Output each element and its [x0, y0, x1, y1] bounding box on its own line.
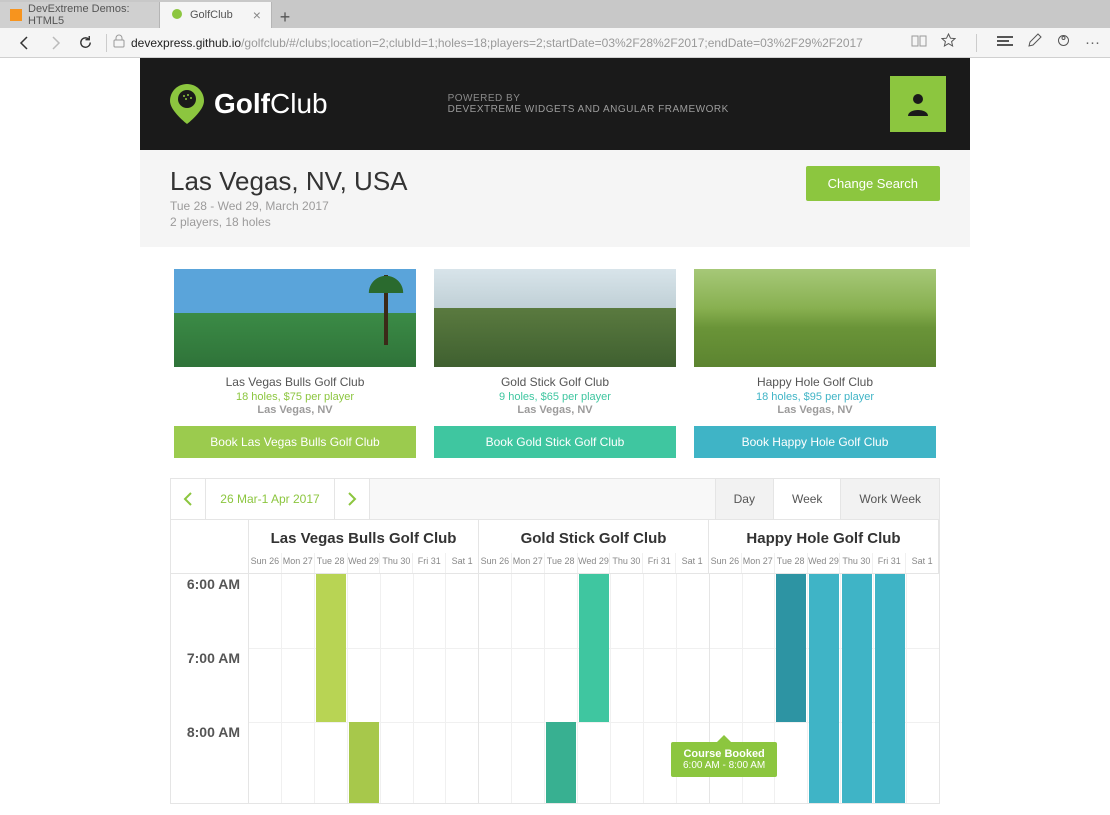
club-name: Las Vegas Bulls Golf Club: [174, 375, 416, 389]
powered-by: POWERED BY DEVEXTREME WIDGETS AND ANGULA…: [448, 93, 729, 115]
calendar-day-headers: Sun 26Mon 27Tue 28Wed 29Thu 30Fri 31Sat …: [170, 553, 940, 574]
club-card: Happy Hole Golf Club 18 holes, $95 per p…: [694, 269, 936, 458]
group-header: Gold Stick Golf Club: [479, 520, 709, 553]
logo-text: GolfClub: [214, 88, 328, 120]
date-range-label[interactable]: 26 Mar-1 Apr 2017: [205, 479, 335, 519]
book-button[interactable]: Book Happy Hole Golf Club: [694, 426, 936, 458]
event-tooltip: Course Booked 6:00 AM - 8:00 AM: [671, 742, 777, 777]
club-name: Happy Hole Golf Club: [694, 375, 936, 389]
location-title: Las Vegas, NV, USA: [170, 166, 408, 197]
user-icon: [904, 90, 932, 118]
logo-icon: [170, 84, 204, 124]
browser-tab-active[interactable]: GolfClub ×: [160, 2, 272, 28]
results-card: Las Vegas Bulls Golf Club 18 holes, $75 …: [140, 247, 970, 804]
change-search-button[interactable]: Change Search: [806, 166, 940, 201]
club-info: 18 holes, $95 per player: [694, 391, 936, 403]
clubs-row: Las Vegas Bulls Golf Club 18 holes, $75 …: [140, 269, 970, 458]
back-button[interactable]: [10, 28, 40, 58]
logo[interactable]: GolfClub: [170, 84, 328, 124]
toolbar-right: ···: [911, 33, 1100, 52]
tab-label: GolfClub: [190, 9, 233, 21]
prev-button[interactable]: [171, 479, 205, 519]
calendar-group-headers: Las Vegas Bulls Golf Club Gold Stick Gol…: [170, 520, 940, 553]
calendar-toolbar: 26 Mar-1 Apr 2017 Day Week Work Week: [170, 478, 940, 520]
calendar-event[interactable]: [316, 574, 346, 722]
calendar-event[interactable]: [776, 574, 806, 722]
browser-tabs: DevExtreme Demos: HTML5 GolfClub × +: [0, 0, 1110, 28]
new-tab-button[interactable]: +: [272, 7, 298, 28]
browser-tab[interactable]: DevExtreme Demos: HTML5: [0, 2, 160, 28]
separator: [976, 34, 977, 52]
next-button[interactable]: [335, 479, 369, 519]
book-button[interactable]: Book Gold Stick Golf Club: [434, 426, 676, 458]
date-summary: Tue 28 - Wed 29, March 2017: [170, 199, 408, 213]
address-bar: devexpress.github.io/golfclub/#/clubs;lo…: [0, 28, 1110, 58]
reading-icon[interactable]: [911, 34, 927, 52]
calendar-event[interactable]: [546, 722, 576, 804]
separator: [106, 34, 107, 52]
view-tab-day[interactable]: Day: [715, 479, 773, 519]
url-field[interactable]: devexpress.github.io/golfclub/#/clubs;lo…: [131, 36, 911, 50]
club-info: 18 holes, $75 per player: [174, 391, 416, 403]
club-image: [174, 269, 416, 367]
calendar-event[interactable]: [349, 722, 379, 804]
view-tab-week[interactable]: Week: [773, 479, 840, 519]
date-navigator: 26 Mar-1 Apr 2017: [171, 479, 370, 519]
star-icon[interactable]: [941, 33, 956, 52]
close-icon[interactable]: ×: [253, 7, 261, 23]
club-card: Las Vegas Bulls Golf Club 18 holes, $75 …: [174, 269, 416, 458]
group-column: [249, 574, 479, 803]
calendar-event[interactable]: [579, 574, 609, 722]
club-info: 9 holes, $65 per player: [434, 391, 676, 403]
page-content: GolfClub POWERED BY DEVEXTREME WIDGETS A…: [0, 58, 1110, 815]
book-button[interactable]: Book Las Vegas Bulls Golf Club: [174, 426, 416, 458]
favicon-golfclub: [170, 8, 184, 22]
more-icon[interactable]: ···: [1085, 34, 1100, 51]
refresh-button[interactable]: [70, 28, 100, 58]
club-name: Gold Stick Golf Club: [434, 375, 676, 389]
club-city: Las Vegas, NV: [694, 404, 936, 416]
hub-icon[interactable]: [997, 34, 1013, 51]
profile-button[interactable]: [890, 76, 946, 132]
calendar-event[interactable]: [809, 574, 839, 804]
club-image: [694, 269, 936, 367]
club-card: Gold Stick Golf Club 9 holes, $65 per pl…: [434, 269, 676, 458]
calendar: 26 Mar-1 Apr 2017 Day Week Work Week Las…: [140, 478, 970, 804]
club-city: Las Vegas, NV: [434, 404, 676, 416]
calendar-event[interactable]: [842, 574, 872, 804]
club-city: Las Vegas, NV: [174, 404, 416, 416]
club-image: [434, 269, 676, 367]
group-header: Las Vegas Bulls Golf Club: [249, 520, 479, 553]
group-header: Happy Hole Golf Club: [709, 520, 939, 553]
favicon-devextreme: [10, 8, 22, 22]
calendar-event[interactable]: [875, 574, 905, 804]
search-summary: Las Vegas, NV, USA Tue 28 - Wed 29, Marc…: [140, 150, 970, 247]
calendar-body[interactable]: 6:00 AM 7:00 AM 8:00 AM: [170, 574, 940, 804]
app-header: GolfClub POWERED BY DEVEXTREME WIDGETS A…: [140, 58, 970, 150]
notes-icon[interactable]: [1027, 33, 1042, 52]
lock-icon: [113, 34, 125, 51]
details-summary: 2 players, 18 holes: [170, 215, 408, 229]
forward-button[interactable]: [40, 28, 70, 58]
view-tab-workweek[interactable]: Work Week: [840, 479, 939, 519]
tab-label: DevExtreme Demos: HTML5: [28, 3, 149, 27]
share-icon[interactable]: [1056, 33, 1071, 52]
time-column: 6:00 AM 7:00 AM 8:00 AM: [171, 574, 249, 803]
